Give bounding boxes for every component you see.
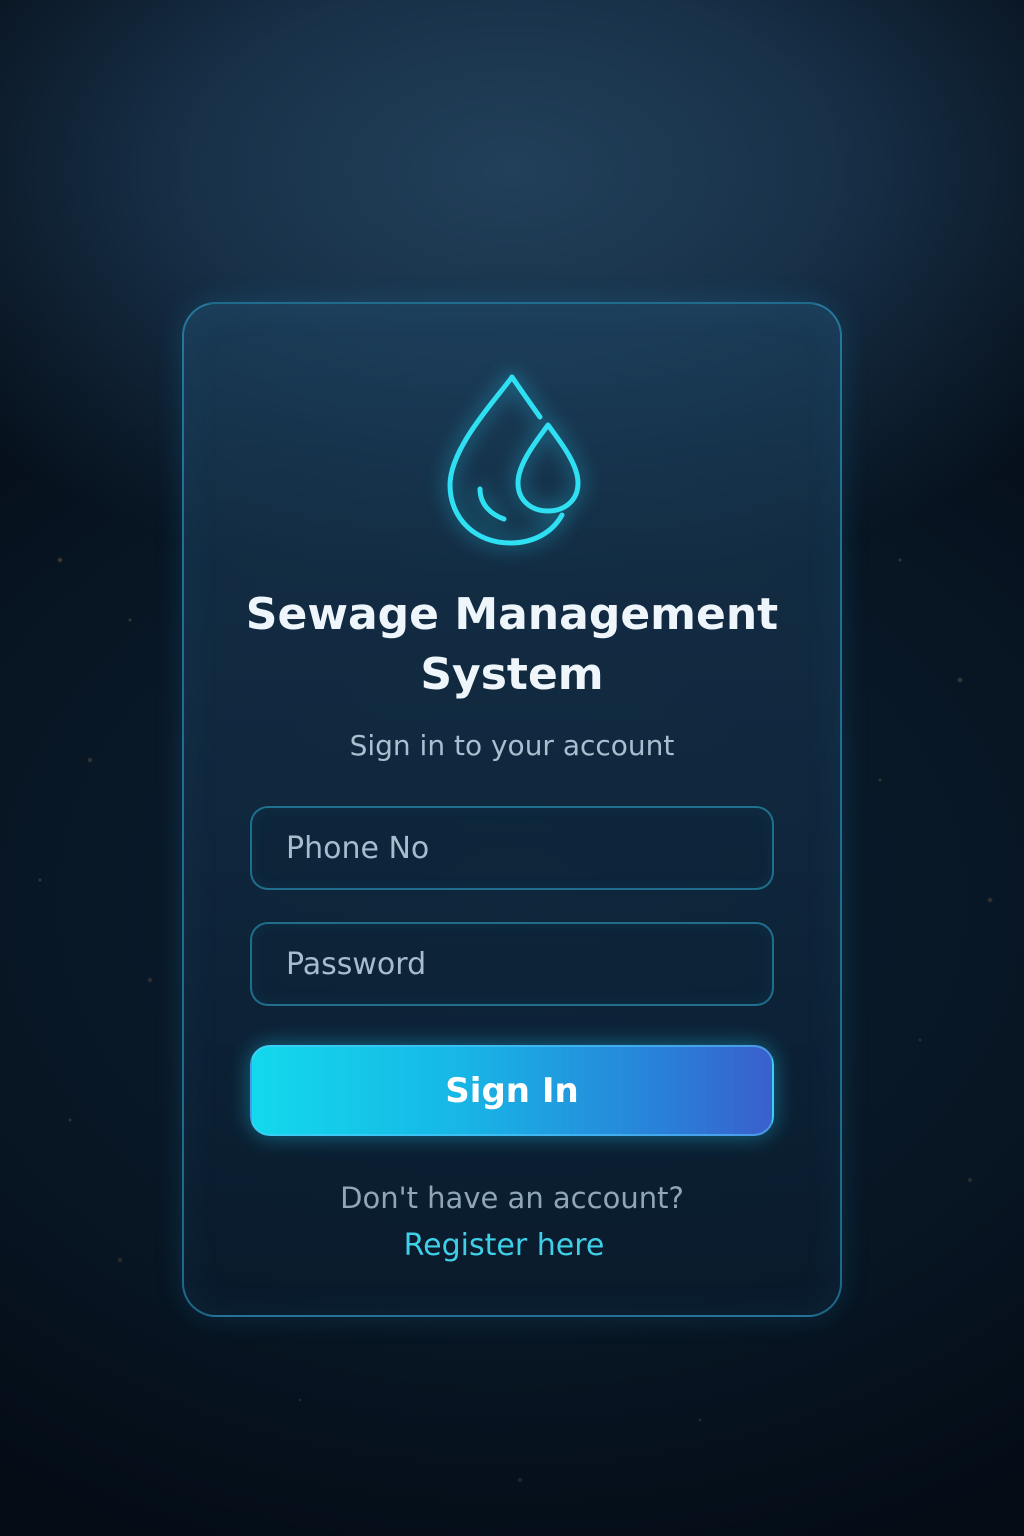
sign-in-button[interactable]: Sign In: [250, 1045, 774, 1136]
phone-field[interactable]: [250, 806, 774, 890]
password-input[interactable]: [252, 924, 772, 1004]
page-subtitle: Sign in to your account: [349, 729, 675, 762]
page-title-line-2: System: [420, 649, 604, 700]
no-account-prompt: Don't have an account?: [340, 1181, 684, 1215]
water-drops-icon: [440, 365, 590, 555]
register-link[interactable]: Register here: [402, 1226, 606, 1266]
page-title-line-1: Sewage Management: [245, 589, 779, 640]
phone-input[interactable]: [252, 808, 772, 888]
password-field[interactable]: [250, 922, 774, 1006]
